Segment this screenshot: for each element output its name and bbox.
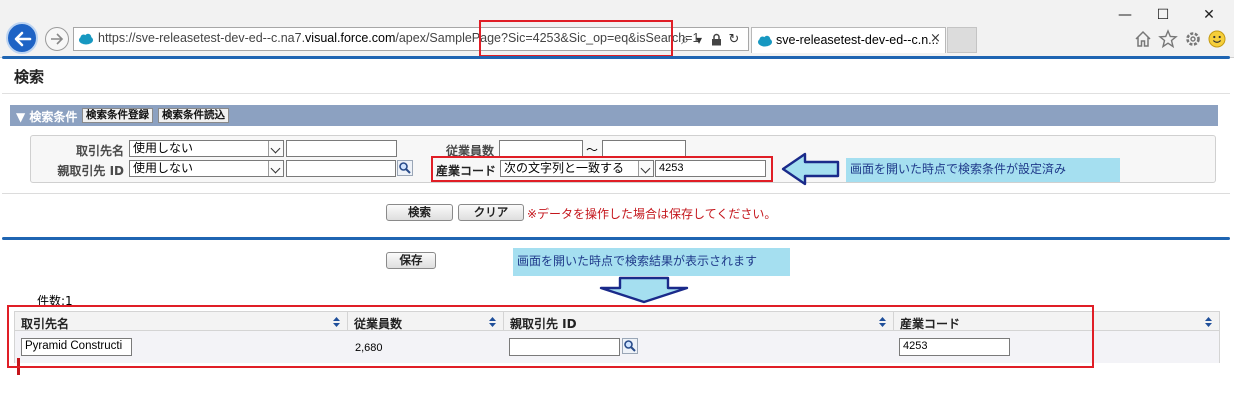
tab-title: sve-releasetest-dev-ed--c.n... [776, 33, 939, 47]
account-name-operator-value: 使用しない [133, 141, 194, 155]
employees-to-input[interactable] [602, 140, 686, 157]
industry-code-input[interactable]: 4253 [655, 160, 766, 177]
register-criteria-button[interactable]: 検索条件登録 [82, 108, 153, 123]
left-arrow-icon [781, 152, 840, 186]
chevron-down-icon[interactable]: ▾ [694, 33, 704, 47]
criteria-header[interactable]: ▼ 検索条件 検索条件登録 検索条件読込 [10, 105, 1218, 126]
refresh-icon[interactable]: ↻ [727, 33, 741, 47]
new-tab-button[interactable] [947, 27, 977, 53]
results-highlight [7, 305, 1094, 368]
results-callout: 画面を開いた時点で検索結果が表示されます [513, 248, 790, 276]
employees-from-input[interactable] [499, 140, 583, 157]
browser-tab[interactable]: sve-releasetest-dev-ed--c.n... × [751, 27, 946, 53]
down-arrow-icon [599, 276, 689, 304]
forward-button[interactable] [45, 27, 69, 51]
salesforce-tab-icon [758, 35, 772, 47]
criteria-header-title[interactable]: ▼ 検索条件 [16, 108, 77, 125]
industry-code-label: 産業コード [436, 164, 497, 178]
forward-arrow-icon [51, 33, 64, 45]
sort-icon[interactable] [1205, 317, 1212, 327]
chevron-down-icon [638, 161, 653, 176]
account-name-label: 取引先名 [75, 144, 124, 158]
chevron-down-icon [268, 161, 283, 176]
minimize-button[interactable]: — [1112, 6, 1138, 24]
salesforce-cloud-icon [79, 33, 93, 45]
favorites-star-icon[interactable] [1158, 29, 1178, 49]
title-divider [2, 93, 1230, 94]
settings-gear-icon[interactable] [1183, 29, 1203, 49]
parent-id-label: 親取引先 ID [57, 164, 124, 178]
smiley-feedback-icon[interactable] [1207, 29, 1227, 49]
parent-id-operator-value: 使用しない [133, 161, 194, 175]
search-icon[interactable]: ⌕ [678, 33, 692, 47]
clear-button[interactable]: クリア [458, 204, 524, 221]
lookup-search-icon[interactable] [397, 160, 413, 176]
close-window-button[interactable]: ✕ [1196, 6, 1222, 24]
parent-id-operator-select[interactable]: 使用しない [129, 160, 284, 177]
parent-id-input[interactable] [286, 160, 396, 177]
back-arrow-icon [14, 31, 32, 47]
url-prefix: https://sve-releasetest-dev-ed--c.na7. [98, 31, 306, 45]
url-query-highlight [479, 20, 673, 57]
tab-close-icon[interactable]: × [930, 31, 941, 46]
back-button[interactable] [6, 22, 38, 54]
results-blue-rule [2, 237, 1230, 240]
save-button[interactable]: 保存 [386, 252, 436, 269]
load-criteria-button[interactable]: 検索条件読込 [158, 108, 229, 123]
chevron-down-icon [268, 141, 283, 156]
section-divider [2, 193, 1230, 194]
search-button[interactable]: 検索 [386, 204, 453, 221]
maximize-button[interactable]: ☐ [1150, 6, 1176, 24]
industry-operator-value: 次の文字列と一致する [504, 161, 625, 175]
industry-operator-select[interactable]: 次の文字列と一致する [500, 160, 654, 177]
top-blue-rule [2, 56, 1230, 59]
lock-icon[interactable] [711, 33, 722, 46]
criteria-callout: 画面を開いた時点で検索条件が設定済み [846, 158, 1120, 182]
home-icon[interactable] [1133, 29, 1153, 49]
save-warning-text: ※データを操作した場合は保存してください。 [527, 207, 777, 221]
account-name-input[interactable] [286, 140, 397, 157]
browser-chrome: — ☐ ✕ https://sve-releasetest-dev-ed--c.… [0, 0, 1234, 58]
account-name-operator-select[interactable]: 使用しない [129, 140, 284, 157]
page-title: 検索 [14, 68, 45, 86]
url-host: visual.force.com [305, 31, 396, 45]
